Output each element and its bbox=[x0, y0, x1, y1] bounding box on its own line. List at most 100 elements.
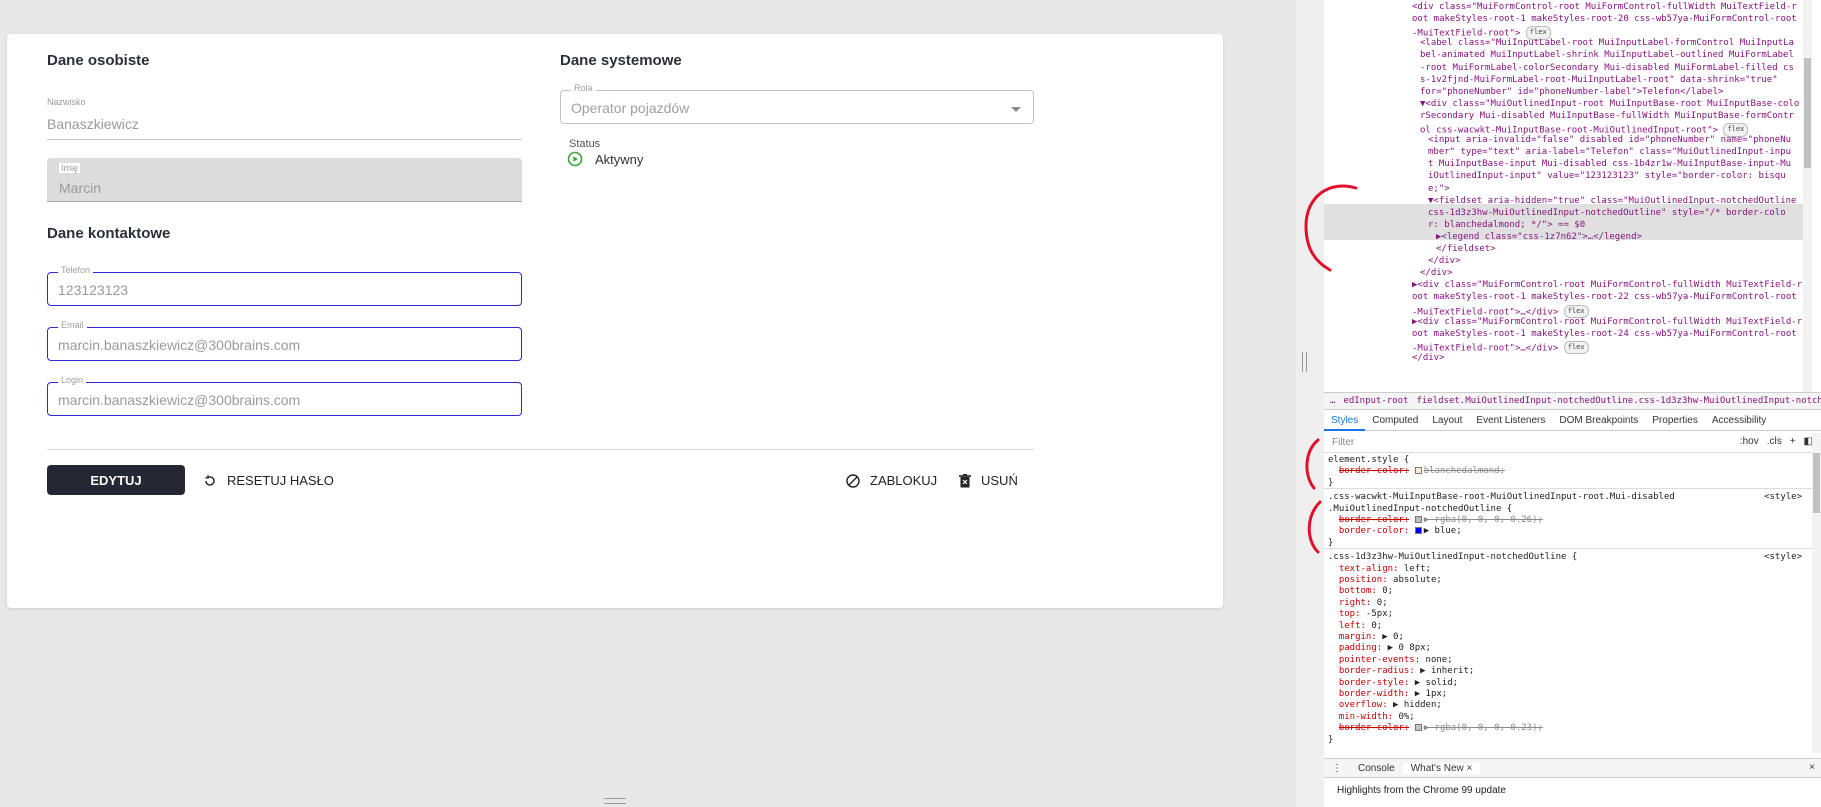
dom-line[interactable]: <input aria-invalid="false" disabled id=… bbox=[1428, 135, 1791, 147]
dom-line[interactable]: ▼<fieldset aria-hidden="true" class="Mui… bbox=[1428, 196, 1796, 208]
tab-styles[interactable]: Styles bbox=[1324, 411, 1366, 431]
style-line[interactable]: border-style: ▶ solid; bbox=[1328, 678, 1808, 689]
first-name-field[interactable]: Imię Marcin bbox=[47, 158, 522, 202]
style-line[interactable]: border-radius: ▶ inherit; bbox=[1328, 666, 1808, 677]
style-line[interactable]: min-width: 0%; bbox=[1328, 712, 1808, 723]
tab-properties[interactable]: Properties bbox=[1645, 411, 1705, 431]
dom-line[interactable]: ▶<div class="MuiFormControl-root MuiForm… bbox=[1412, 317, 1802, 329]
splitter-grip[interactable] bbox=[1302, 352, 1307, 372]
drawer-menu-icon[interactable]: ⋮ bbox=[1324, 763, 1350, 774]
color-swatch[interactable] bbox=[1414, 516, 1422, 523]
edit-button[interactable]: EDYTUJ bbox=[47, 465, 185, 495]
bottom-resize-handle[interactable] bbox=[604, 798, 626, 804]
breadcrumb-item[interactable]: edInput-root bbox=[1343, 396, 1408, 406]
css-property: position: bbox=[1338, 575, 1388, 585]
email-field[interactable]: Email marcin.banaszkiewicz@300brains.com bbox=[47, 320, 522, 361]
dom-line[interactable]: oot makeStyles-root-1 makeStyles-root-24… bbox=[1412, 329, 1797, 341]
reset-password-button[interactable]: RESETUJ HASŁO bbox=[203, 473, 334, 488]
delete-button[interactable]: USUŃ bbox=[959, 473, 1018, 488]
dom-line[interactable]: <label class="MuiInputLabel-root MuiInpu… bbox=[1420, 38, 1794, 50]
style-line[interactable]: border-color: ▶ rgba(0, 0, 0, 0.23); bbox=[1328, 723, 1808, 734]
tab-accessibility[interactable]: Accessibility bbox=[1705, 411, 1773, 431]
close-drawer-icon[interactable]: × bbox=[1809, 762, 1815, 773]
style-line[interactable]: margin: ▶ 0; bbox=[1328, 632, 1808, 643]
css-property: right: bbox=[1338, 597, 1372, 608]
dom-line[interactable]: <div class="MuiFormControl-root MuiFormC… bbox=[1412, 2, 1797, 14]
color-swatch[interactable] bbox=[1414, 724, 1422, 732]
dom-line[interactable]: </div> bbox=[1420, 268, 1453, 280]
dom-line[interactable]: r: blanchedalmond; */"> == $0 bbox=[1428, 220, 1585, 232]
chevron-down-icon[interactable] bbox=[1011, 107, 1021, 112]
css-value: ▶ hidden; bbox=[1393, 700, 1442, 711]
style-line[interactable]: left: 0; bbox=[1328, 621, 1808, 632]
dom-line-text: <label class="MuiInputLabel-root MuiInpu… bbox=[1420, 38, 1794, 49]
style-line[interactable]: .css-wacwkt-MuiInputBase-root-MuiOutline… bbox=[1328, 492, 1808, 503]
style-line[interactable]: top: -5px; bbox=[1328, 609, 1808, 620]
drawer-tab[interactable]: Console bbox=[1350, 763, 1403, 774]
dom-line[interactable]: oot makeStyles-root-1 makeStyles-root-20… bbox=[1412, 14, 1797, 26]
login-field[interactable]: Login marcin.banaszkiewicz@300brains.com bbox=[47, 375, 522, 416]
dom-line[interactable]: oot makeStyles-root-1 makeStyles-root-22… bbox=[1412, 292, 1797, 304]
style-line[interactable]: border-color: ▶ rgba(0, 0, 0, 0.26); bbox=[1328, 515, 1808, 526]
elements-scroll-thumb[interactable] bbox=[1804, 58, 1811, 168]
flex-badge[interactable]: flex bbox=[1563, 340, 1589, 355]
devtools-splitter[interactable] bbox=[1296, 0, 1324, 807]
style-source-link[interactable]: <style> bbox=[1764, 492, 1802, 503]
style-line[interactable]: element.style { bbox=[1328, 455, 1808, 466]
style-line[interactable]: border-color: ▶ blue; bbox=[1328, 526, 1808, 537]
dom-line[interactable]: </div> bbox=[1412, 353, 1445, 365]
style-line[interactable]: .MuiOutlinedInput-notchedOutline { bbox=[1328, 504, 1808, 515]
dom-line[interactable]: t MuiInputBase-input Mui-disabled css-1b… bbox=[1428, 159, 1791, 171]
dom-line[interactable]: ▼<div class="MuiOutlinedInput-root MuiIn… bbox=[1420, 99, 1799, 111]
style-line[interactable]: pointer-events: none; bbox=[1328, 655, 1808, 666]
style-source-link[interactable]: <style> bbox=[1764, 552, 1802, 563]
tab-computed[interactable]: Computed bbox=[1365, 411, 1425, 431]
tab-layout[interactable]: Layout bbox=[1425, 411, 1469, 431]
style-line[interactable]: text-align: left; bbox=[1328, 564, 1808, 575]
tab-event-listeners[interactable]: Event Listeners bbox=[1469, 411, 1552, 431]
dom-line[interactable]: mber" type="text" aria-label="Telefon" c… bbox=[1428, 147, 1791, 159]
dom-line-text: ▶<div class="MuiFormControl-root MuiForm… bbox=[1412, 280, 1803, 291]
styles-scrollbar[interactable] bbox=[1812, 433, 1821, 753]
new-rule-button[interactable]: + bbox=[1790, 436, 1796, 447]
dom-line[interactable]: iOutlinedInput-input" value="123123123" … bbox=[1428, 171, 1786, 183]
elements-scrollbar[interactable] bbox=[1803, 0, 1812, 392]
style-line[interactable]: } bbox=[1328, 735, 1808, 746]
dom-line[interactable]: -root MuiFormLabel-colorSecondary Mui-di… bbox=[1420, 63, 1794, 75]
dom-line[interactable]: </div> bbox=[1428, 256, 1461, 268]
filter-input[interactable]: Filter bbox=[1332, 437, 1354, 448]
dom-line[interactable]: css-1d3z3hw-MuiOutlinedInput-notchedOutl… bbox=[1428, 208, 1786, 220]
style-line[interactable]: overflow: ▶ hidden; bbox=[1328, 700, 1808, 711]
dom-line[interactable]: rSecondary Mui-disabled MuiInputBase-ful… bbox=[1420, 111, 1794, 123]
dom-line[interactable]: ▶<div class="MuiFormControl-root MuiForm… bbox=[1412, 280, 1802, 292]
hov-toggle[interactable]: :hov bbox=[1740, 436, 1759, 447]
tab-dom-breakpoints[interactable]: DOM Breakpoints bbox=[1552, 411, 1645, 431]
drawer-tab[interactable]: What's New × bbox=[1402, 762, 1481, 774]
dom-line[interactable]: ▶<legend class="css-1z7n62">…</legend> bbox=[1436, 232, 1642, 244]
dom-line[interactable]: for="phoneNumber" id="phoneNumber-label"… bbox=[1420, 87, 1723, 99]
whats-new-headline[interactable]: Highlights from the Chrome 99 update bbox=[1324, 779, 1821, 807]
style-line[interactable]: border-width: ▶ 1px; bbox=[1328, 689, 1808, 700]
dom-line[interactable]: s-1v2fjnd-MuiFormLabel-root-MuiInputLabe… bbox=[1420, 75, 1778, 87]
styles-scroll-thumb[interactable] bbox=[1813, 453, 1820, 513]
style-line[interactable]: bottom: 0; bbox=[1328, 586, 1808, 597]
style-line[interactable]: position: absolute; bbox=[1328, 575, 1808, 586]
color-swatch[interactable] bbox=[1414, 527, 1422, 535]
breadcrumb-item[interactable]: fieldset.MuiOutlinedInput-notchedOutline… bbox=[1416, 396, 1821, 406]
surname-field[interactable]: Nazwisko Banaszkiewicz bbox=[47, 96, 522, 142]
style-line[interactable]: right: 0; bbox=[1328, 598, 1808, 609]
color-swatch[interactable] bbox=[1414, 467, 1422, 475]
elements-tree[interactable]: <div class="MuiFormControl-root MuiFormC… bbox=[1324, 0, 1812, 392]
role-select[interactable]: Rola Operator pojazdów bbox=[560, 83, 1034, 124]
cls-toggle[interactable]: .cls bbox=[1767, 436, 1782, 447]
style-line[interactable]: padding: ▶ 0 8px; bbox=[1328, 643, 1808, 654]
style-line[interactable]: border-color: blanchedalmond; bbox=[1328, 466, 1808, 477]
style-line[interactable]: .css-1d3z3hw-MuiOutlinedInput-notchedOut… bbox=[1328, 552, 1808, 563]
phone-field[interactable]: Telefon 123123123 bbox=[47, 265, 522, 306]
breadcrumb-item[interactable]: … bbox=[1330, 396, 1335, 406]
dom-line[interactable]: bel-animated MuiInputLabel-shrink MuiInp… bbox=[1420, 50, 1794, 62]
dom-line[interactable]: e;"> bbox=[1428, 184, 1450, 196]
dom-line-text: e;"> bbox=[1428, 183, 1450, 194]
block-button[interactable]: ZABLOKUJ bbox=[846, 473, 937, 488]
dom-line[interactable]: </fieldset> bbox=[1436, 244, 1496, 256]
